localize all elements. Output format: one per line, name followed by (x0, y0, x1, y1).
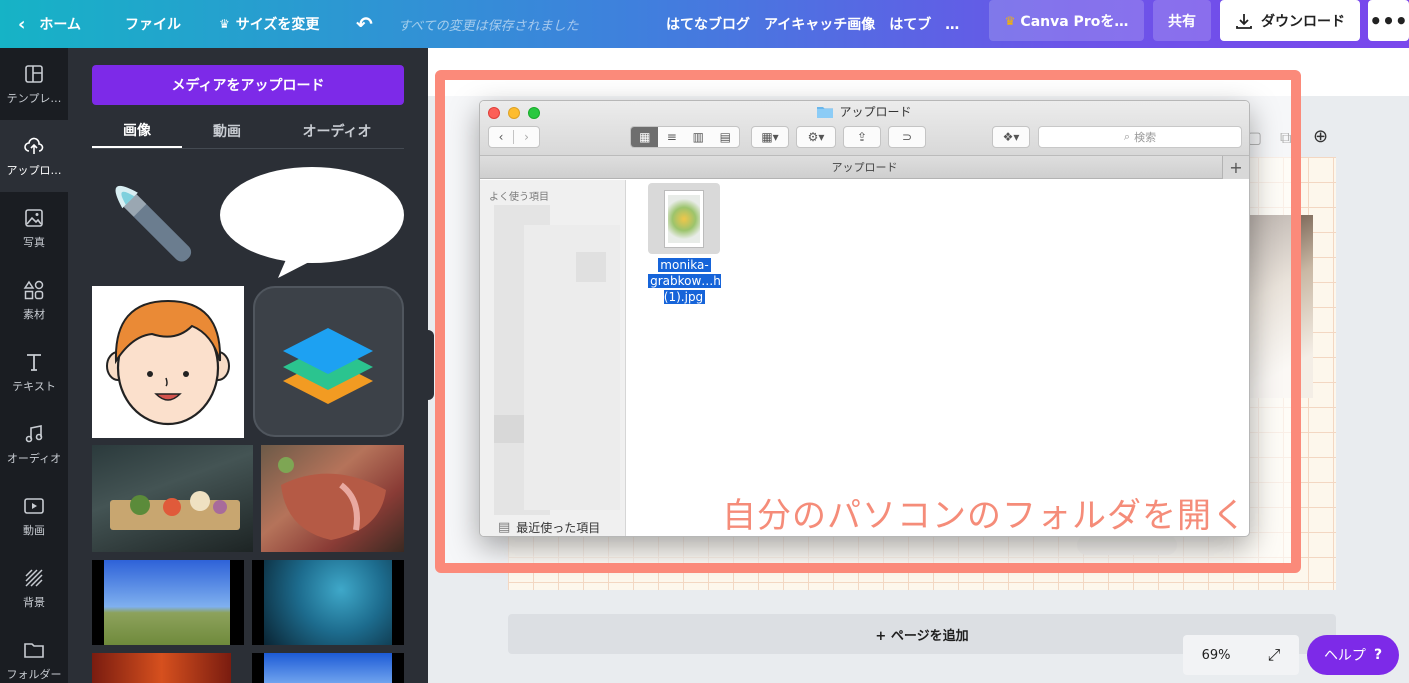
crown-icon: ♛ (219, 17, 230, 31)
elements-icon (23, 280, 44, 299)
upload-media-button[interactable]: メディアをアップロード (92, 65, 404, 105)
tab-videos[interactable]: 動画 (182, 114, 272, 148)
rail-label: 素材 (23, 307, 45, 321)
help-icon: ? (1373, 647, 1383, 663)
upload-thumb-road[interactable] (92, 560, 244, 645)
photo-icon (25, 208, 43, 227)
undo-icon[interactable]: ↶ (356, 0, 373, 48)
upload-thumb-aquarium[interactable] (252, 560, 404, 645)
steak-photo (278, 457, 386, 540)
zoom-control[interactable]: 69% ⤢ (1183, 635, 1299, 675)
rail-label: アップロ… (6, 163, 62, 177)
rail-item-uploads[interactable]: アップロ… (0, 120, 68, 192)
chevron-left-icon: ‹ (18, 13, 26, 35)
rail-label: 背景 (23, 595, 45, 609)
help-label: ヘルプ (1323, 648, 1366, 664)
download-icon (1236, 13, 1252, 29)
rail-item-folders[interactable]: フォルダー (0, 624, 68, 683)
rail-label: テキスト (12, 379, 56, 393)
rail-label: 写真 (23, 235, 45, 249)
rail-item-templates[interactable]: テンプレ… (0, 48, 68, 120)
tab-audio[interactable]: オーディオ (292, 114, 382, 148)
upload-icon (24, 137, 44, 154)
upload-thumb-layers[interactable] (253, 286, 404, 437)
tab-images[interactable]: 画像 (92, 114, 182, 148)
panel-collapse-handle[interactable] (428, 330, 434, 400)
fullscreen-icon[interactable]: ⤢ (1268, 645, 1281, 665)
rail-item-photos[interactable]: 写真 (0, 192, 68, 264)
canva-pro-button[interactable]: ♛ Canva Proを… (989, 0, 1144, 41)
rail-item-video[interactable]: 動画 (0, 480, 68, 552)
more-options-button[interactable]: ••• (1368, 0, 1409, 41)
rail-item-elements[interactable]: 素材 (0, 264, 68, 336)
home-label: ホーム (39, 17, 82, 33)
music-icon (25, 424, 43, 442)
upload-thumb-sky[interactable] (252, 653, 404, 683)
rail-item-audio[interactable]: オーディオ (0, 408, 68, 480)
template-icon (25, 64, 43, 83)
home-button[interactable]: ‹ ホーム (18, 0, 81, 48)
zoom-level: 69% (1201, 647, 1231, 663)
road-photo (104, 560, 230, 645)
paint-brush-icon (115, 185, 192, 262)
add-page-icon[interactable]: ⊕ (1313, 126, 1328, 147)
upload-thumb-torii[interactable] (92, 653, 231, 683)
uploads-panel: メディアをアップロード 画像 動画 オーディオ (68, 48, 428, 683)
save-status: すべての変更は保存されました (398, 18, 579, 34)
folder-icon (24, 642, 44, 658)
upload-thumb-brush[interactable] (90, 163, 215, 280)
file-menu[interactable]: ファイル (125, 0, 181, 48)
rail-label: 動画 (23, 523, 45, 537)
top-bar: ‹ ホーム ファイル ♛ サイズを変更 ↶ すべての変更は保存されました はてな… (0, 0, 1409, 48)
download-button[interactable]: ダウンロード (1220, 0, 1360, 41)
layers-icon (283, 328, 373, 404)
upload-thumb-avatar[interactable] (92, 286, 244, 438)
rail-item-text[interactable]: テキスト (0, 336, 68, 408)
upload-thumb-speech-bubble[interactable] (218, 165, 406, 280)
background-icon (25, 568, 43, 587)
resize-label: サイズを変更 (235, 17, 320, 33)
canva-pro-label: Canva Proを… (1020, 13, 1129, 30)
text-icon (27, 353, 41, 371)
overlay-caption: 自分のパソコンのフォルダを開く (722, 496, 1247, 536)
aquarium-photo (264, 560, 392, 645)
video-icon (24, 497, 44, 514)
avatar-illustration (106, 299, 230, 426)
food-board-photo (110, 491, 240, 530)
help-button[interactable]: ヘルプ ? (1307, 635, 1399, 675)
tab-divider (92, 148, 404, 149)
rail-item-background[interactable]: 背景 (0, 552, 68, 624)
crown-icon: ♛ (1004, 13, 1016, 28)
upload-thumb-food-board[interactable] (92, 445, 253, 552)
rail-label: フォルダー (6, 667, 62, 681)
resize-button[interactable]: ♛ サイズを変更 (219, 0, 319, 48)
document-title[interactable]: はてなブログ アイキャッチ画像 はてブ … (666, 0, 959, 48)
upload-thumb-steak[interactable] (261, 445, 404, 552)
download-label: ダウンロード (1261, 13, 1345, 30)
sky-photo (264, 653, 392, 683)
rail-label: オーディオ (6, 451, 62, 465)
share-button[interactable]: 共有 (1153, 0, 1211, 41)
speech-bubble-icon (220, 167, 404, 278)
rail-label: テンプレ… (6, 91, 62, 105)
left-rail: テンプレ… アップロ… 写真 素材 テキスト オーディオ 動画 背景 フォルダー (0, 48, 68, 683)
